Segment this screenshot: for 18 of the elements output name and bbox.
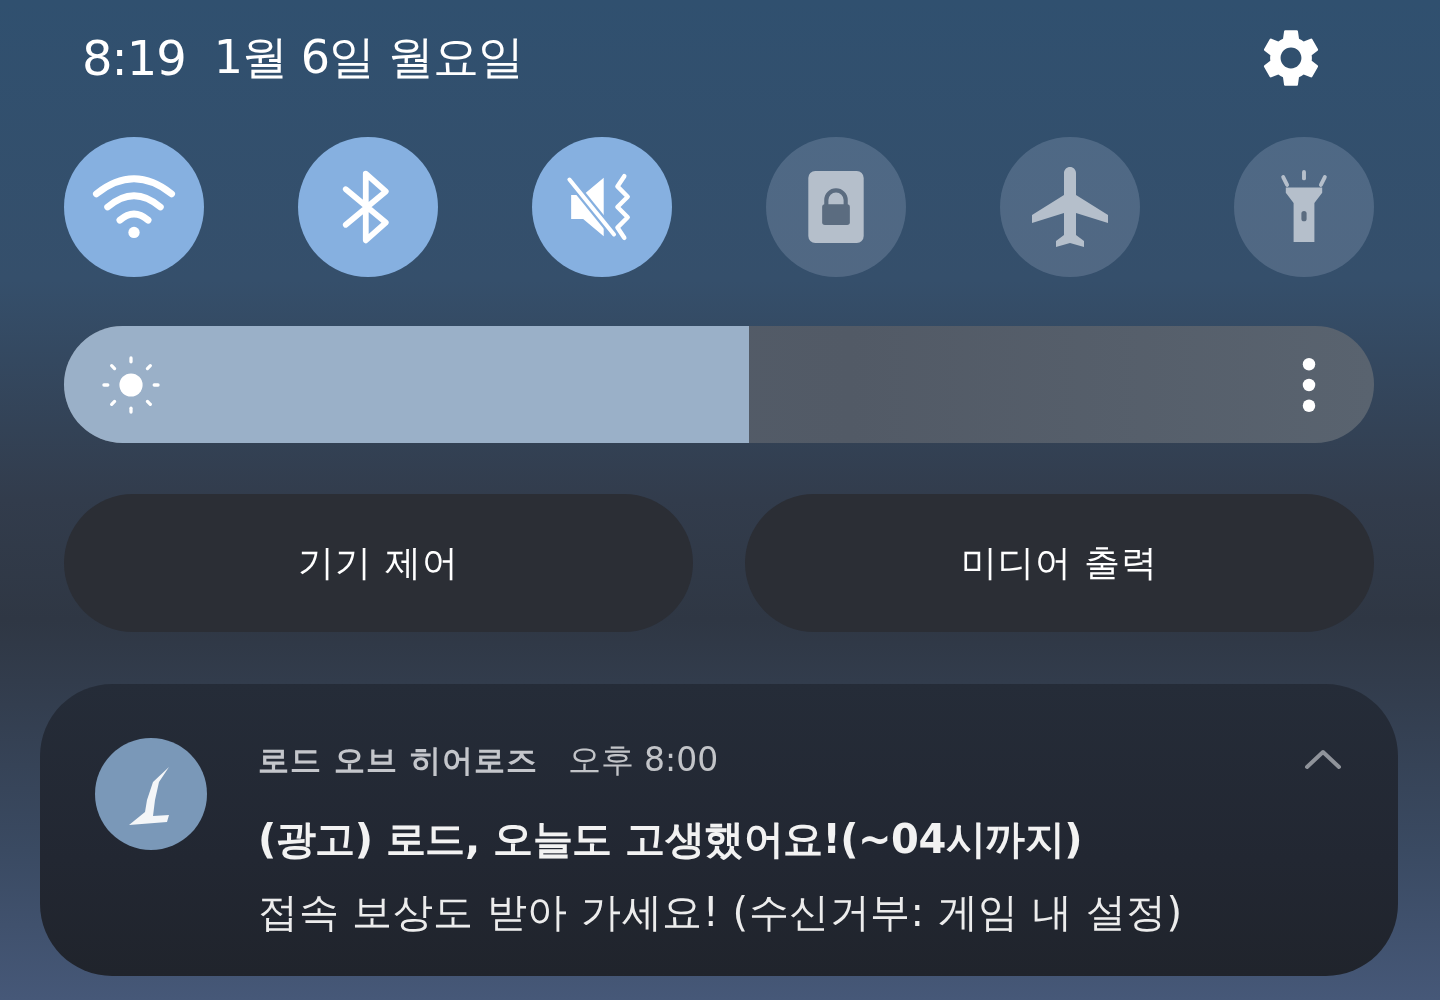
clock-time: 8:19: [82, 30, 186, 86]
app-logo-icon: [95, 738, 207, 850]
settings-icon[interactable]: [1262, 29, 1320, 87]
date-text: 1월 6일 월요일: [213, 29, 523, 86]
notification-card[interactable]: 로드 오브 히어로즈 오후 8:00 (광고) 로드, 오늘도 고생했어요!(~04시까지) 접속 보상도 받아 가세요! (수신거부: 게임 내 설정): [40, 684, 1398, 976]
flashlight-icon: [1278, 169, 1330, 245]
collapse-icon[interactable]: [1304, 748, 1342, 770]
device-control-button[interactable]: 기기 제어: [64, 494, 693, 632]
airplane-icon: [1032, 167, 1108, 247]
wifi-icon: [92, 175, 176, 239]
notification-title: (광고) 로드, 오늘도 고생했어요!(~04시까지): [258, 815, 1084, 864]
brightness-icon: [102, 355, 160, 414]
notification-time: 오후 8:00: [567, 739, 719, 781]
rotation-lock-icon: [808, 171, 864, 243]
media-output-button[interactable]: 미디어 출력: [745, 494, 1374, 632]
notification-body: 접속 보상도 받아 가세요! (수신거부: 게임 내 설정): [258, 888, 1183, 937]
app-name: 로드 오브 히어로즈: [258, 741, 538, 780]
more-options-icon[interactable]: [1302, 357, 1316, 412]
